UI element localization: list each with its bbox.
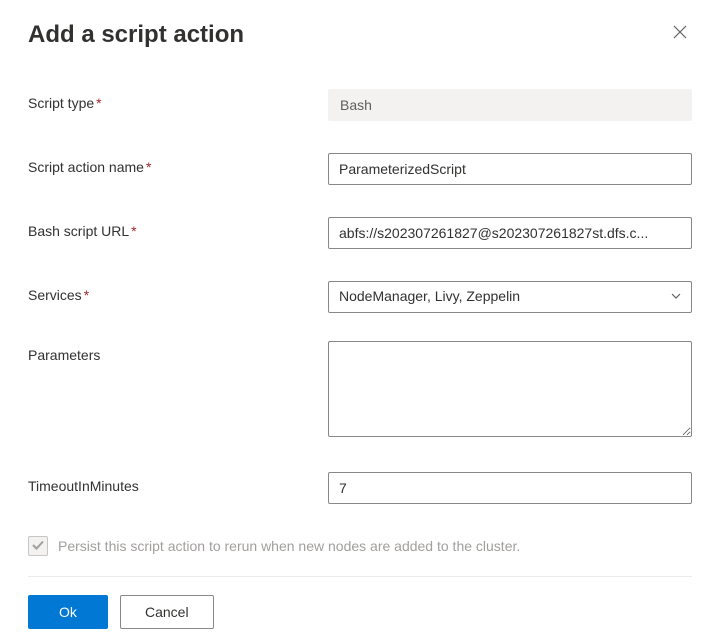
panel-title: Add a script action <box>28 21 244 49</box>
parameters-control <box>328 341 692 440</box>
required-asterisk: * <box>146 159 151 175</box>
parameters-row: Parameters <box>28 341 692 440</box>
timeout-label: TimeoutInMinutes <box>28 472 328 494</box>
script-type-control: Bash <box>328 89 692 121</box>
script-action-name-input[interactable] <box>328 153 692 185</box>
services-label: Services* <box>28 281 328 303</box>
ok-button[interactable]: Ok <box>28 595 108 629</box>
panel-footer: Ok Cancel <box>28 576 692 629</box>
required-asterisk: * <box>96 95 101 111</box>
required-asterisk: * <box>131 223 136 239</box>
persist-label: Persist this script action to rerun when… <box>58 538 520 554</box>
services-select-wrap: NodeManager, Livy, Zeppelin <box>328 281 692 313</box>
bash-script-url-row: Bash script URL* <box>28 217 692 249</box>
parameters-input[interactable] <box>328 341 692 437</box>
script-action-name-row: Script action name* <box>28 153 692 185</box>
close-button[interactable] <box>668 20 692 49</box>
services-control: NodeManager, Livy, Zeppelin <box>328 281 692 313</box>
bash-script-url-label-text: Bash script URL <box>28 223 129 239</box>
script-type-row: Script type* Bash <box>28 89 692 121</box>
timeout-control <box>328 472 692 504</box>
bash-script-url-label: Bash script URL* <box>28 217 328 239</box>
script-action-name-label: Script action name* <box>28 153 328 175</box>
persist-row: Persist this script action to rerun when… <box>28 536 692 556</box>
timeout-row: TimeoutInMinutes <box>28 472 692 504</box>
script-type-value: Bash <box>328 89 692 121</box>
persist-checkbox <box>28 536 48 556</box>
parameters-label: Parameters <box>28 341 328 363</box>
script-action-name-label-text: Script action name <box>28 159 144 175</box>
close-icon <box>672 27 688 44</box>
panel-header: Add a script action <box>28 20 692 49</box>
bash-script-url-control <box>328 217 692 249</box>
timeout-input[interactable] <box>328 472 692 504</box>
script-type-label: Script type* <box>28 89 328 111</box>
cancel-button[interactable]: Cancel <box>120 595 214 629</box>
script-action-name-control <box>328 153 692 185</box>
required-asterisk: * <box>84 287 89 303</box>
script-type-label-text: Script type <box>28 95 94 111</box>
checkmark-icon <box>31 538 45 555</box>
services-row: Services* NodeManager, Livy, Zeppelin <box>28 281 692 313</box>
bash-script-url-input[interactable] <box>328 217 692 249</box>
form-body: Script type* Bash Script action name* Ba… <box>28 89 692 576</box>
add-script-action-panel: Add a script action Script type* Bash Sc… <box>0 0 720 636</box>
services-label-text: Services <box>28 287 82 303</box>
services-select[interactable]: NodeManager, Livy, Zeppelin <box>328 281 692 313</box>
